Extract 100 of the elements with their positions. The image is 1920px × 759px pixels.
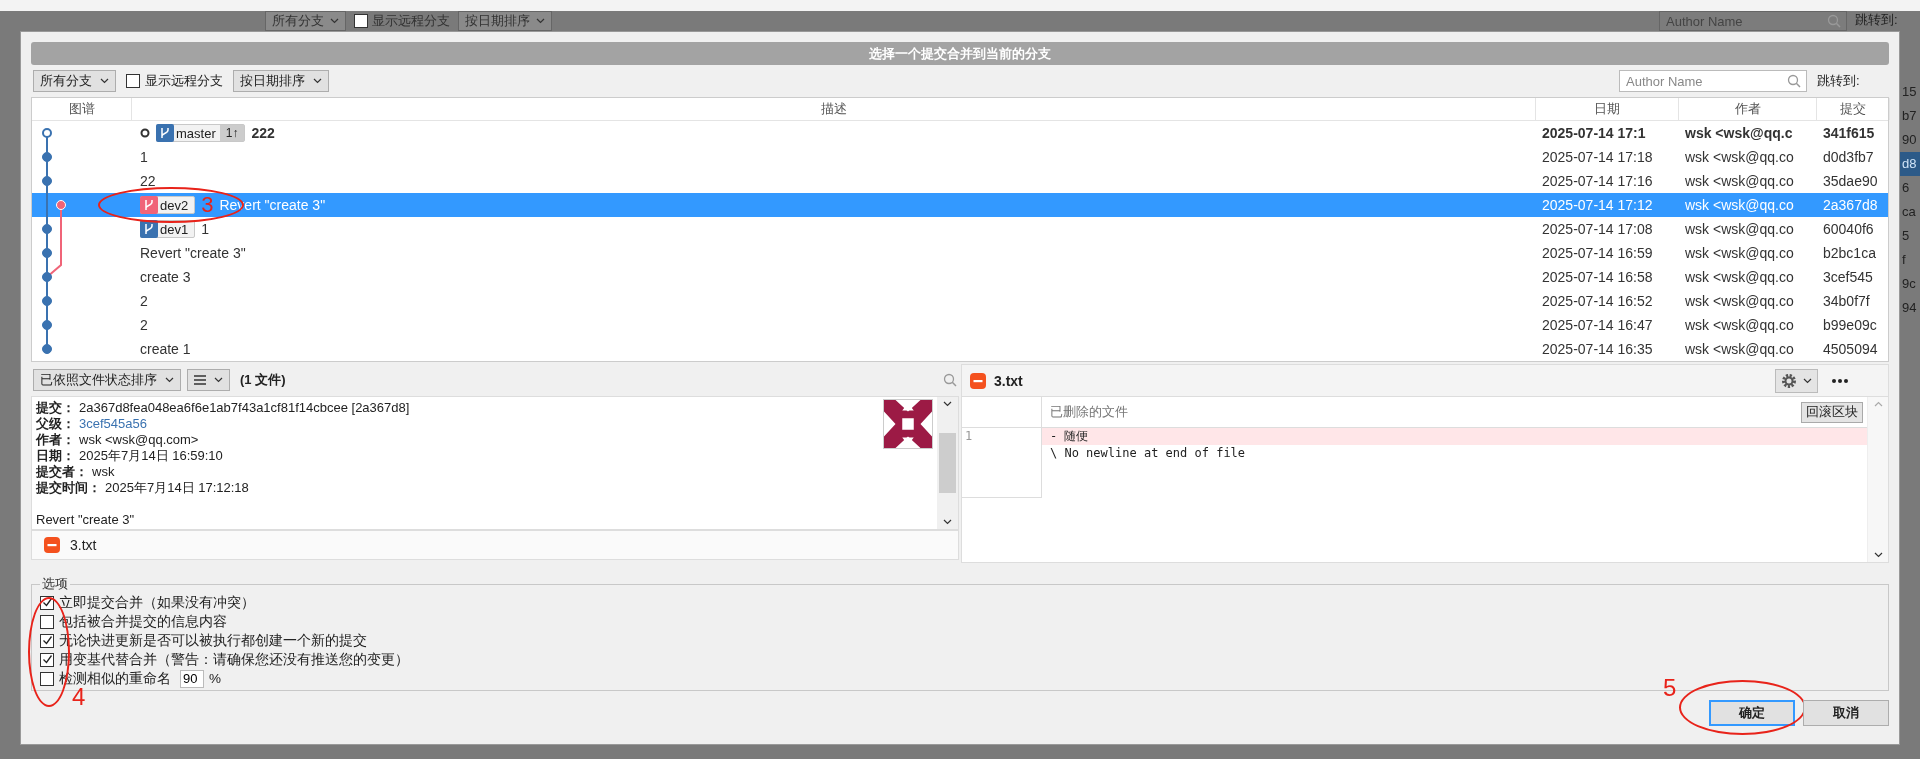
file-item[interactable]: 3.txt [31, 530, 959, 560]
detail-value: wsk <wsk@qq.com> [79, 432, 199, 447]
date-cell-text: 2025-07-14 17:12 [1541, 197, 1654, 213]
hunk-header: 已删除的文件 [1050, 403, 1128, 421]
hash-fragment: 5 [1901, 227, 1911, 245]
branch-badge[interactable]: master 1↑ [156, 124, 246, 142]
file-sort-dropdown[interactable]: 已依照文件状态排序 [33, 369, 181, 391]
hash-fragment: 15 [1901, 83, 1918, 101]
commit-message: Revert "create 3" [36, 512, 136, 528]
options-title: 选项 [41, 575, 69, 593]
search-icon [943, 373, 957, 387]
hash-fragment: d8 [1900, 152, 1920, 176]
author-cell-text: wsk <wsk@qq.co [1684, 269, 1795, 285]
column-header[interactable]: 图谱 [32, 98, 132, 120]
date-cell-text: 2025-07-14 16:58 [1541, 269, 1654, 285]
hash-cell-text: 60040f6 [1822, 221, 1875, 237]
caret-icon [1803, 377, 1812, 384]
detail-label: 提交者： [36, 464, 88, 479]
more-icon [1832, 378, 1848, 383]
author-search-field[interactable]: Author Name [1619, 70, 1807, 92]
line-number: 1 [965, 429, 974, 443]
jump-to-label: 跳转到: [1855, 11, 1899, 29]
commit-message: 222 [251, 125, 275, 141]
caret-icon [1873, 552, 1883, 558]
checkbox[interactable] [354, 14, 368, 28]
percent-label: % [209, 671, 221, 686]
column-header[interactable]: 作者 [1679, 98, 1817, 120]
scrollbar[interactable] [1867, 397, 1888, 562]
similarity-input[interactable]: 90 [180, 669, 204, 688]
author-cell-text: wsk <wsk@qq.co [1684, 341, 1795, 357]
option-label: 立即提交合并（如果没有冲突） [59, 593, 255, 612]
checkbox[interactable] [126, 74, 140, 88]
hash-fragment: 6 [1901, 179, 1911, 197]
settings-button[interactable] [1775, 368, 1818, 393]
detail-label: 日期： [36, 448, 75, 463]
cancel-button[interactable]: 取消 [1803, 700, 1889, 726]
jump-to-label: 跳转到: [1817, 72, 1861, 90]
hash-fragment: 9c [1901, 275, 1917, 293]
date-cell-text: 2025-07-14 17:18 [1541, 149, 1654, 165]
column-header[interactable]: 提交 [1817, 98, 1890, 120]
search-icon [1787, 74, 1801, 88]
hash-cell-text: 3cef545 [1822, 269, 1874, 285]
diff-line: \ No newline at end of file [1049, 445, 1247, 462]
caret-icon [313, 78, 322, 84]
date-cell-text: 2025-07-14 17:08 [1541, 221, 1654, 237]
branch-filter-dropdown[interactable]: 所有分支 [33, 70, 116, 92]
column-header[interactable]: 日期 [1536, 98, 1679, 120]
branch-badge[interactable]: dev1 [140, 220, 196, 238]
checkbox-label: 显示远程分支 [145, 72, 223, 90]
checkbox[interactable] [40, 671, 54, 686]
parent-link[interactable]: 3cef545a56 [79, 416, 147, 431]
branch-badge[interactable]: dev2 [140, 196, 196, 214]
checkbox[interactable] [40, 652, 54, 667]
hash-cell-text: 4505094 [1822, 341, 1879, 357]
date-cell-text: 2025-07-14 16:59 [1541, 245, 1654, 261]
checkbox[interactable] [40, 633, 54, 648]
ok-button[interactable]: 确定 [1709, 700, 1795, 726]
annotation-number: 3 [201, 194, 214, 216]
commit-message: 1 [201, 221, 209, 237]
detail-label: 提交： [36, 400, 75, 415]
author-search-field[interactable]: Author Name [1659, 11, 1847, 31]
scrollbar[interactable] [937, 397, 958, 529]
date-cell-text: 2025-07-14 16:47 [1541, 317, 1654, 333]
caret-icon [1873, 401, 1883, 407]
search-icon [1827, 14, 1841, 28]
diff-file-name: 3.txt [994, 372, 1023, 389]
author-cell-text: wsk <wsk@qq.c [1684, 125, 1794, 141]
avatar-icon [883, 399, 933, 449]
hash-fragment: ca [1901, 203, 1917, 221]
detail-value: 2a367d8fea048ea6f6e1ab7f43a1cf81f14cbcee [2a367d8] [79, 400, 410, 415]
date-cell-text: 2025-07-14 17:1 [1541, 125, 1647, 141]
column-header[interactable]: 描述 [132, 98, 1536, 120]
commit-message: 2 [140, 293, 148, 309]
author-cell-text: wsk <wsk@qq.co [1684, 245, 1795, 261]
branch-filter-dropdown[interactable]: 所有分支 [265, 11, 346, 31]
caret-icon [536, 18, 545, 24]
detail-value: 2025年7月14日 16:59:10 [79, 448, 223, 463]
checkbox[interactable] [40, 614, 54, 629]
author-cell-text: wsk <wsk@qq.co [1684, 197, 1795, 213]
hash-cell-text: 34b0f7f [1822, 293, 1871, 309]
caret-icon [214, 377, 223, 383]
detail-label: 提交时间： [36, 480, 101, 495]
commit-message: 2 [140, 317, 148, 333]
caret-icon [943, 519, 952, 525]
revert-hunk-button[interactable]: 回滚区块 [1801, 401, 1863, 423]
detail-value: 2025年7月14日 17:12:18 [105, 480, 249, 495]
dialog-title: 选择一个提交合并到当前的分支 [31, 42, 1889, 65]
date-cell-text: 2025-07-14 17:16 [1541, 173, 1654, 189]
hash-fragment: f [1901, 251, 1907, 269]
sort-dropdown[interactable]: 按日期排序 [233, 70, 329, 92]
author-cell-text: wsk <wsk@qq.co [1684, 173, 1795, 189]
hash-fragment: b7 [1901, 107, 1918, 125]
date-cell-text: 2025-07-14 16:35 [1541, 341, 1654, 357]
annotation-number: 5 [1663, 676, 1677, 700]
view-mode-dropdown[interactable] [187, 369, 230, 391]
checkbox[interactable] [40, 595, 54, 610]
author-cell-text: wsk <wsk@qq.co [1684, 317, 1795, 333]
checkbox-label: 显示远程分支 [372, 12, 450, 30]
hash-cell-text: 35dae90 [1822, 173, 1879, 189]
sort-dropdown[interactable]: 按日期排序 [458, 11, 552, 31]
